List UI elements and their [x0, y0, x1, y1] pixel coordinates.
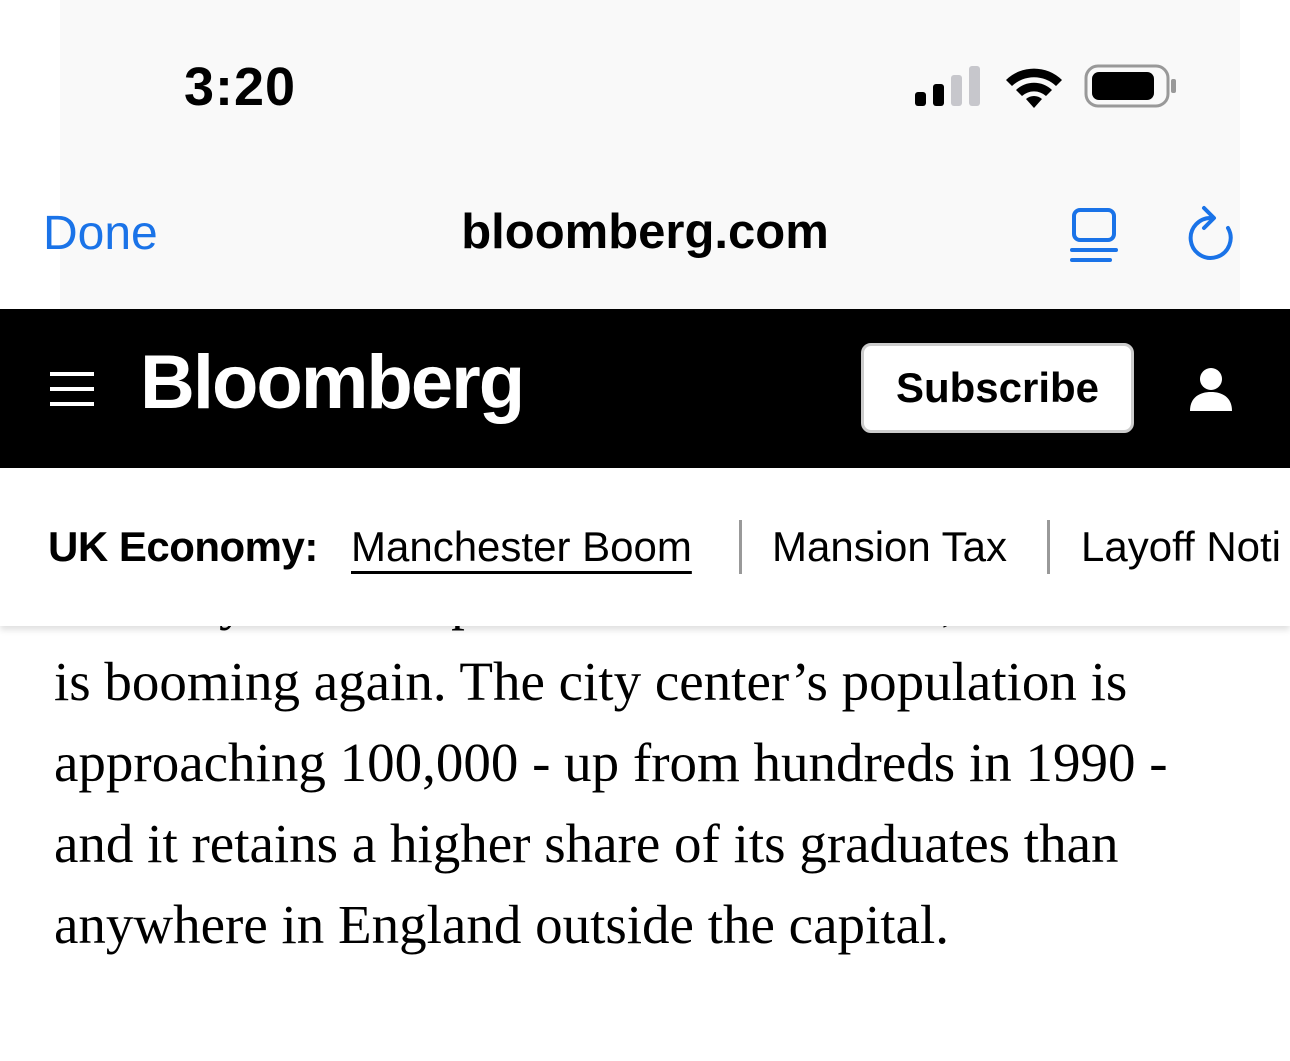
- hamburger-menu-icon[interactable]: [50, 370, 94, 408]
- reader-view-icon[interactable]: [1066, 206, 1122, 266]
- status-bar-area: [60, 0, 1240, 309]
- topic-link-mansion-tax[interactable]: Mansion Tax: [772, 523, 1007, 571]
- battery-icon: [1084, 64, 1176, 108]
- topic-link-layoff[interactable]: Layoff Noti: [1081, 523, 1281, 571]
- topic-separator: [1047, 520, 1050, 574]
- account-icon[interactable]: [1188, 367, 1234, 413]
- topic-separator: [739, 520, 742, 574]
- wifi-icon: [1006, 68, 1062, 108]
- status-time: 3:20: [184, 57, 297, 117]
- article-body: was a byword for post-industrial decline…: [0, 626, 1290, 1061]
- reload-icon[interactable]: [1182, 204, 1242, 266]
- topic-link-manchester-boom[interactable]: Manchester Boom: [351, 523, 692, 571]
- bloomberg-logo[interactable]: Bloomberg: [140, 339, 525, 426]
- article-paragraph: was a byword for post-industrial decline…: [54, 626, 1225, 955]
- site-header: Bloomberg Subscribe: [0, 309, 1290, 468]
- topic-nav: UK Economy: Manchester Boom Mansion Tax …: [0, 468, 1290, 626]
- browser-chrome: 3:20 Done bloomberg.com: [0, 0, 1290, 309]
- cellular-signal-icon: [915, 66, 980, 106]
- subscribe-button[interactable]: Subscribe: [861, 343, 1134, 433]
- topic-nav-label: UK Economy:: [48, 523, 318, 570]
